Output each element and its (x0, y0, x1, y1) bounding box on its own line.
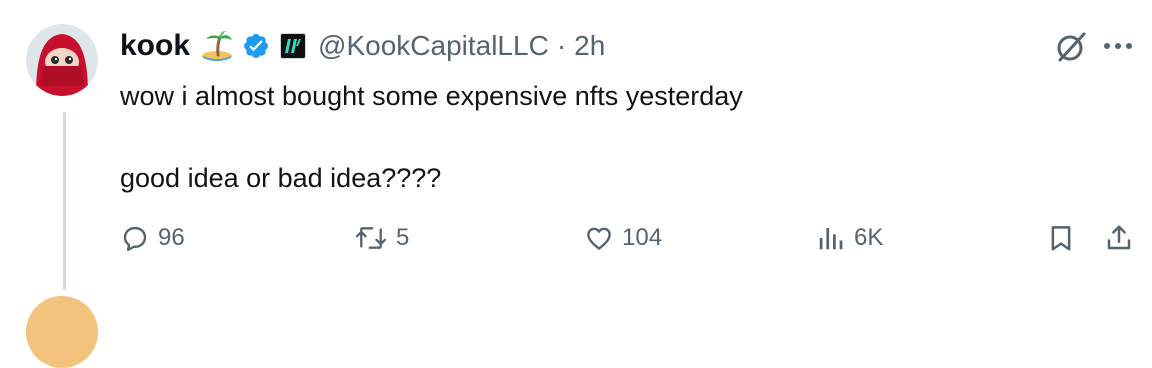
header-separator: · (556, 30, 567, 61)
avatar-image (26, 24, 98, 96)
reply-count: 96 (158, 224, 185, 251)
author-display-name[interactable]: kook (120, 29, 190, 63)
repost-button[interactable]: 5 (354, 218, 409, 258)
thread-line (63, 112, 66, 290)
post-text-line-1: wow i almost bought some expensive nfts … (120, 81, 743, 111)
views-chart-icon (819, 228, 843, 250)
like-count: 104 (622, 224, 663, 251)
post-text-line-2: good idea or bad idea???? (120, 163, 442, 193)
grok-button[interactable] (1052, 28, 1090, 66)
post-header: kook @KookCapitalLLC · 2h (120, 26, 605, 66)
share-icon (1107, 225, 1131, 250)
more-options-button[interactable] (1100, 28, 1136, 64)
author-avatar[interactable] (26, 24, 98, 96)
share-button[interactable] (1104, 218, 1134, 258)
grok-icon (1057, 32, 1086, 62)
heart-icon (587, 227, 611, 250)
repost-count: 5 (396, 224, 410, 251)
reply-button[interactable]: 96 (120, 218, 185, 258)
author-handle[interactable]: @KookCapitalLLC (318, 30, 549, 62)
post-text: wow i almost bought some expensive nfts … (120, 78, 1100, 196)
view-count: 6K (854, 224, 884, 251)
post-timestamp[interactable]: 2h (574, 30, 605, 62)
verified-badge-icon[interactable] (242, 32, 270, 60)
reply-icon (123, 226, 147, 252)
desert-island-icon (200, 29, 234, 63)
repost-icon (355, 227, 387, 249)
bookmark-button[interactable] (1046, 218, 1076, 258)
next-post-avatar[interactable] (26, 296, 98, 368)
views-button[interactable]: 6K (816, 218, 883, 258)
like-button[interactable]: 104 (584, 218, 662, 258)
bookmark-icon (1051, 226, 1071, 251)
kook-capital-logo-icon[interactable] (280, 33, 307, 59)
more-icon (1104, 43, 1132, 49)
